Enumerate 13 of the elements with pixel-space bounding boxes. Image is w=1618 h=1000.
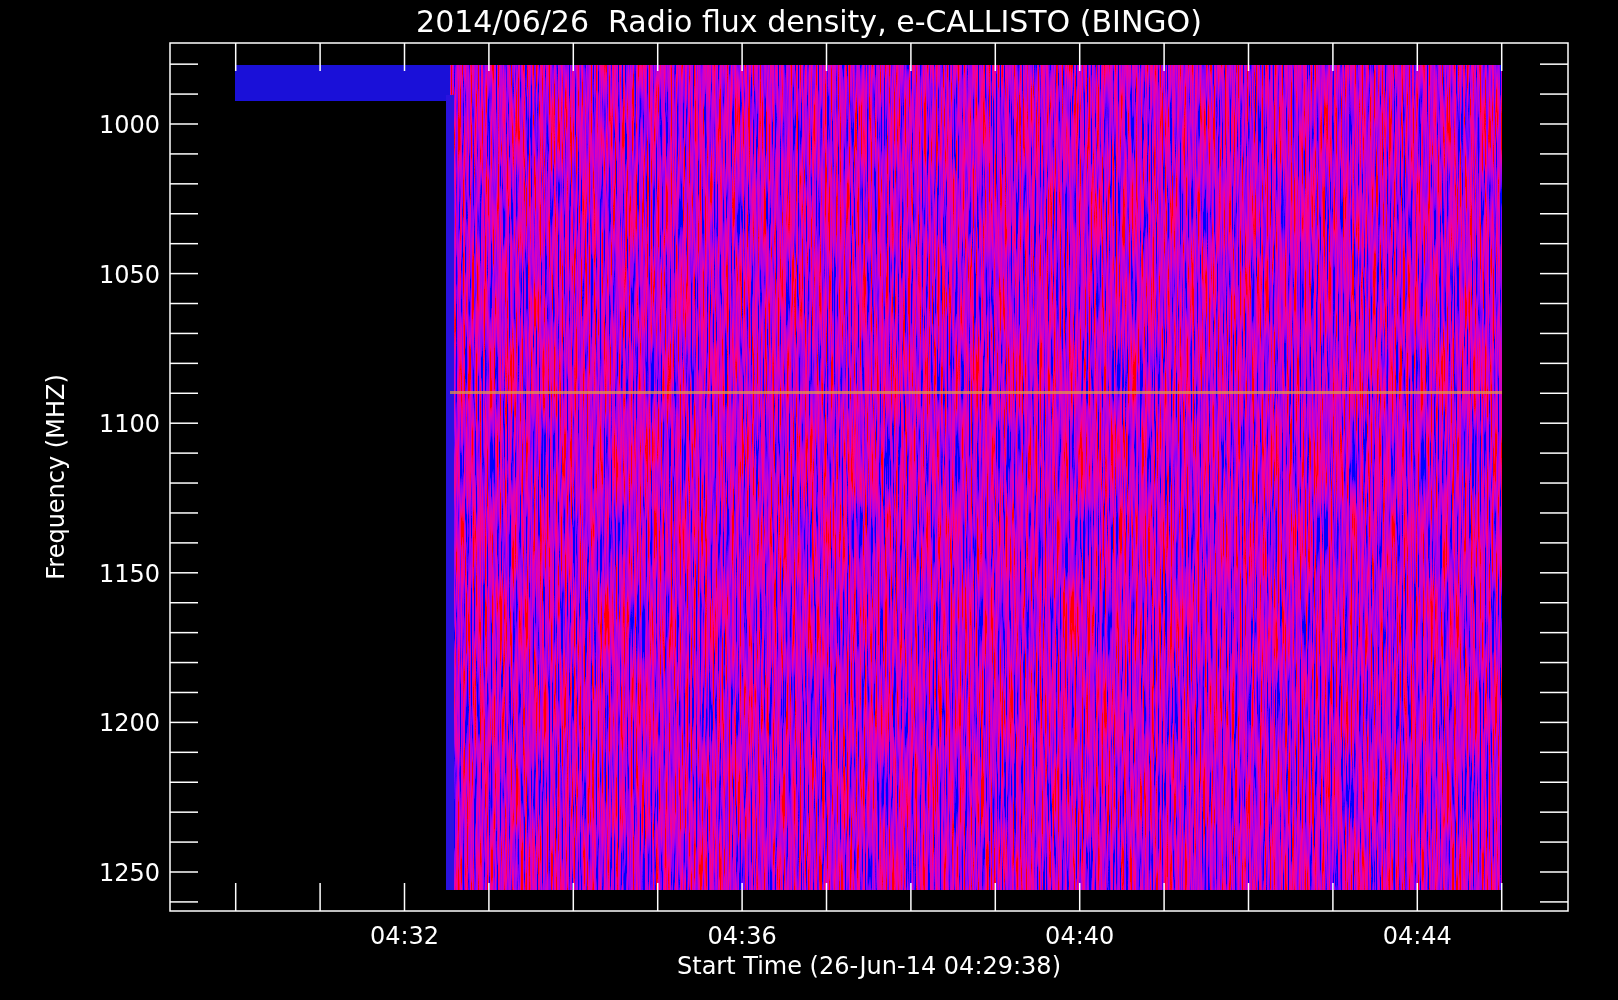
x-tick-label: 04:44 (1382, 922, 1452, 950)
y-tick-label: 1200 (98, 709, 160, 738)
x-tick-label: 04:36 (707, 922, 777, 950)
x-axis-label: Start Time (26-Jun-14 04:29:38) (677, 952, 1061, 980)
y-tick-label: 1250 (98, 859, 160, 887)
y-tick-label: 1050 (98, 260, 160, 289)
x-tick-label: 04:40 (1045, 922, 1115, 950)
chart-title: 2014/06/26 Radio flux density, e-CALLISTO (BINGO) (416, 4, 1202, 39)
x-tick-label: 04:32 (369, 922, 440, 950)
y-tick-label: 1150 (98, 559, 160, 588)
y-axis-label: Frequency (MHZ) (42, 374, 70, 580)
y-tick-label: 1000 (98, 111, 160, 139)
y-tick-label: 1100 (98, 410, 160, 439)
